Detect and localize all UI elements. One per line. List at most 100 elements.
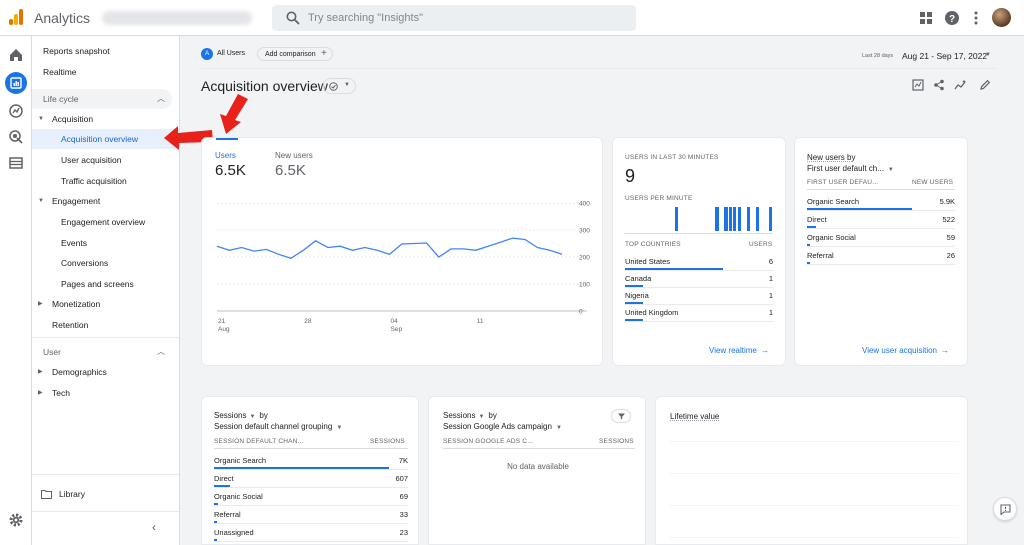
nav-events[interactable]: Events: [32, 233, 179, 253]
sessions-ads-card: Sessions ▼ by Session Google Ads campaign ▼…: [428, 396, 646, 545]
customize-report-icon[interactable]: [912, 79, 924, 91]
nav-demographics[interactable]: ▶ Demographics: [32, 362, 179, 382]
nav-user-acquisition[interactable]: User acquisition: [32, 150, 179, 170]
filter-button[interactable]: [611, 409, 631, 423]
main-content: A All Users Add comparison + Last 28 day…: [164, 36, 1024, 545]
table-row-divider: [625, 287, 773, 288]
nav-realtime[interactable]: Realtime: [32, 62, 179, 82]
feedback-icon: [1000, 504, 1011, 515]
new-users-col2: NEW USERS: [912, 179, 954, 186]
table-row-label[interactable]: Unassigned: [214, 528, 254, 537]
table-row-label[interactable]: Organic Social: [807, 233, 856, 242]
minute-bar: [755, 207, 759, 231]
settings-gear-icon[interactable]: [8, 512, 24, 528]
table-row-label[interactable]: Referral: [214, 510, 241, 519]
table-row-divider: [807, 246, 955, 247]
table-row-divider: [625, 270, 773, 271]
new-users-dimension-select[interactable]: First user default ch... ▼: [807, 164, 894, 173]
collapse-nav-chevron-icon[interactable]: ‹: [152, 520, 156, 534]
nav-label: Pages and screens: [61, 279, 134, 289]
configure-list-icon[interactable]: [8, 155, 24, 171]
table-row-value: 23: [399, 528, 408, 537]
nav-traffic-acquisition[interactable]: Traffic acquisition: [32, 171, 179, 191]
x-tick-label: 04: [391, 318, 399, 325]
users-per-minute-bars: [625, 207, 773, 231]
help-icon[interactable]: ?: [944, 10, 960, 26]
sessions-metric-select[interactable]: Sessions ▼ by: [214, 411, 268, 420]
search-icon: [286, 11, 300, 25]
title-status-dropdown[interactable]: ▼: [323, 78, 356, 94]
date-range-picker[interactable]: Aug 21 - Sep 17, 2022: [902, 51, 987, 61]
avatar[interactable]: [992, 8, 1011, 27]
new-users-value: 6.5K: [275, 162, 306, 179]
nav-pages-and-screens[interactable]: Pages and screens: [32, 274, 179, 294]
nav-reports-snapshot[interactable]: Reports snapshot: [32, 41, 179, 61]
search-placeholder: Try searching "Insights": [308, 12, 424, 24]
nav-label: User acquisition: [61, 155, 122, 165]
nav-retention[interactable]: Retention: [32, 315, 179, 335]
x-tick-label: Aug: [218, 326, 230, 333]
add-comparison-button[interactable]: Add comparison +: [257, 47, 333, 61]
realtime-title: USERS IN LAST 30 MINUTES: [625, 154, 719, 161]
users-chart-card: Users 6.5K New users 6.5K 0 100 200 300 400 2…: [201, 137, 603, 366]
ads-metric-select[interactable]: Sessions ▼ by: [443, 411, 497, 420]
metric-label: Sessions: [443, 411, 476, 420]
nav-conversions[interactable]: Conversions: [32, 253, 179, 273]
nav-tech[interactable]: ▶ Tech: [32, 383, 179, 403]
date-dropdown-caret-icon[interactable]: ▼: [985, 52, 991, 58]
table-row-divider: [625, 304, 773, 305]
tab-new-users[interactable]: New users: [275, 151, 313, 160]
insights-icon[interactable]: [954, 79, 967, 91]
nav-label: Engagement: [52, 196, 101, 206]
sessions-dimension-select[interactable]: Session default channel grouping ▼: [214, 422, 342, 431]
table-row-value: 6: [768, 257, 773, 266]
realtime-card: USERS IN LAST 30 MINUTES 9 USERS PER MIN…: [612, 137, 786, 366]
account-selector-blurred[interactable]: [102, 11, 252, 25]
ltv-gridline: [670, 473, 955, 474]
explore-icon[interactable]: [8, 103, 24, 119]
nav-label: Conversions: [61, 258, 109, 268]
caret-down-icon: ▼: [555, 425, 562, 431]
more-vert-icon[interactable]: [968, 10, 984, 26]
caret-right-icon: ▶: [38, 369, 43, 375]
plus-icon: +: [321, 48, 327, 59]
table-row-label[interactable]: United Kingdom: [625, 308, 678, 317]
sessions-col1: SESSION DEFAULT CHAN...: [214, 438, 304, 445]
filter-icon: [618, 413, 625, 420]
by-label: by: [488, 411, 497, 420]
nav-section-user[interactable]: User ︿: [32, 342, 179, 362]
advertising-icon[interactable]: [8, 129, 24, 145]
table-row-label[interactable]: Organic Search: [214, 456, 266, 465]
y-tick-label: 400: [579, 201, 590, 208]
home-icon[interactable]: [8, 47, 24, 63]
search-input[interactable]: Try searching "Insights": [272, 5, 636, 31]
table-row-label[interactable]: Referral: [807, 251, 834, 260]
feedback-button[interactable]: [993, 497, 1017, 521]
nav-divider: [32, 511, 179, 512]
nav-engagement-overview[interactable]: Engagement overview: [32, 212, 179, 232]
apps-grid-icon[interactable]: [918, 10, 934, 26]
table-row-label[interactable]: United States: [625, 257, 670, 266]
table-row-label[interactable]: Canada: [625, 274, 651, 283]
view-realtime-link[interactable]: View realtime →: [709, 346, 769, 355]
ads-dimension-select[interactable]: Session Google Ads campaign ▼: [443, 422, 562, 431]
minute-bar: [733, 207, 737, 231]
link-label: View realtime: [709, 346, 757, 355]
tab-users[interactable]: Users: [215, 151, 236, 160]
nav-engagement[interactable]: ▼ Engagement: [32, 191, 179, 211]
share-icon[interactable]: [933, 79, 945, 91]
table-row-divider: [625, 321, 773, 322]
table-row-label[interactable]: Organic Search: [807, 197, 859, 206]
view-user-acquisition-link[interactable]: View user acquisition →: [862, 346, 949, 355]
table-row-label[interactable]: Organic Social: [214, 492, 263, 501]
table-row-label[interactable]: Direct: [807, 215, 827, 224]
analytics-logo-icon[interactable]: [9, 9, 23, 25]
all-users-chip[interactable]: A All Users: [201, 47, 247, 61]
nav-library[interactable]: Library: [32, 484, 179, 504]
table-row-label[interactable]: Direct: [214, 474, 234, 483]
nav-monetization[interactable]: ▶ Monetization: [32, 294, 179, 314]
table-row-label[interactable]: Nigeria: [625, 291, 649, 300]
minute-bar: [724, 207, 728, 231]
edit-pencil-icon[interactable]: [979, 79, 991, 91]
nav-label: Reports snapshot: [43, 46, 110, 56]
